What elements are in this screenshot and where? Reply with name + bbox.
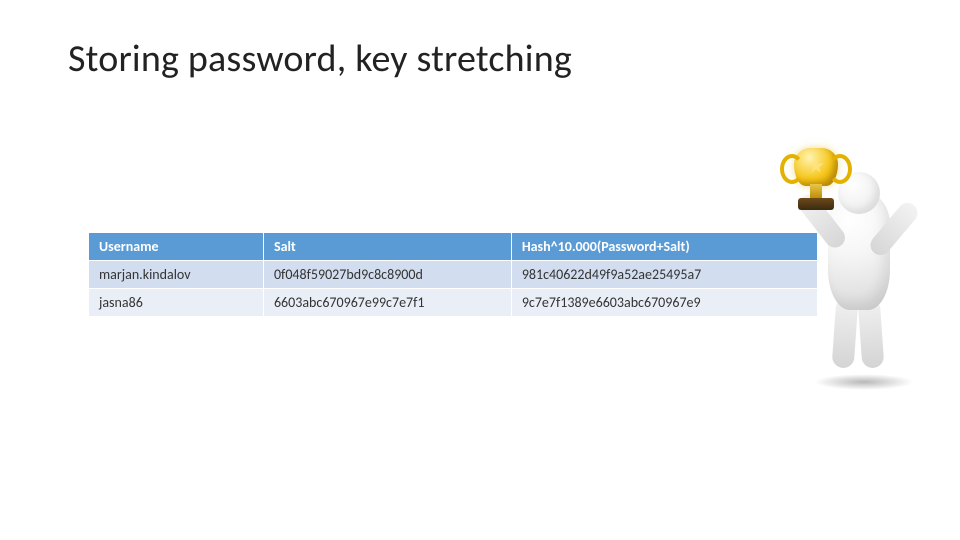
trophy-icon [784,144,848,222]
cell-username: marjan.kindalov [89,261,264,289]
table-row: marjan.kindalov 0f048f59027bd9c8c8900d 9… [89,261,818,289]
slide: Storing password, key stretching Usernam… [0,0,960,540]
col-hash: Hash^10.000(Password+Salt) [511,233,817,261]
cell-hash: 981c40622d49f9a52ae25495a7 [511,261,817,289]
table-row: jasna86 6603abc670967e99c7e7f1 9c7e7f138… [89,289,818,317]
col-salt: Salt [263,233,511,261]
table: Username Salt Hash^10.000(Password+Salt)… [88,232,818,317]
cell-salt: 6603abc670967e99c7e7f1 [263,289,511,317]
col-username: Username [89,233,264,261]
password-table: Username Salt Hash^10.000(Password+Salt)… [88,232,818,317]
slide-title: Storing password, key stretching [68,36,572,82]
cell-hash: 9c7e7f1389e6603abc670967e9 [511,289,817,317]
trophy-figure-icon [790,178,930,398]
table-header-row: Username Salt Hash^10.000(Password+Salt) [89,233,818,261]
cell-salt: 0f048f59027bd9c8c8900d [263,261,511,289]
cell-username: jasna86 [89,289,264,317]
